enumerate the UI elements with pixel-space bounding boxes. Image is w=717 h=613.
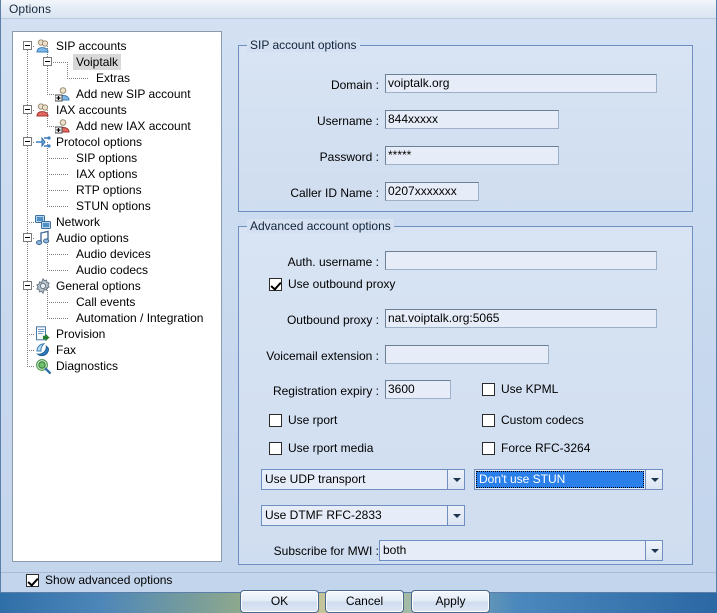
use-rport-media-checkbox[interactable] (269, 441, 282, 455)
use-kpml-label: Use KPML (501, 382, 559, 396)
chevron-down-icon[interactable] (447, 506, 464, 525)
chevron-down-icon[interactable] (447, 470, 464, 489)
voicemail-extension-label: Voicemail extension : (266, 349, 379, 363)
dtmf-combobox-value: Use DTMF RFC-2833 (265, 508, 382, 522)
transport-combobox-value: Use UDP transport (265, 472, 366, 486)
show-advanced-options-checkbox[interactable] (26, 573, 39, 587)
registration-expiry-label: Registration expiry : (272, 384, 379, 398)
force-rfc3264-label: Force RFC-3264 (501, 441, 591, 455)
show-advanced-options-label: Show advanced options (45, 573, 173, 587)
transport-combobox[interactable]: Use UDP transport (261, 469, 465, 490)
use-outbound-proxy-row[interactable]: Use outbound proxy (269, 277, 395, 291)
tree-expander-collapse-icon[interactable] (23, 233, 32, 242)
sip-group-title: SIP account options (247, 38, 360, 52)
domain-input[interactable]: voiptalk.org (385, 74, 657, 93)
tree-expander-collapse-icon[interactable] (43, 57, 52, 66)
use-rport-label: Use rport (288, 413, 338, 427)
ok-button[interactable]: OK (240, 590, 319, 613)
password-label: Password : (319, 150, 379, 164)
auth-username-input[interactable] (385, 251, 657, 270)
advanced-group-title: Advanced account options (247, 219, 394, 233)
tree-expander-collapse-icon[interactable] (23, 41, 32, 50)
settings-tree[interactable]: SIP accounts Voiptalk Extras Add new SIP ac… (12, 31, 222, 562)
chevron-down-icon[interactable] (645, 541, 662, 560)
tree-guides (13, 32, 221, 374)
gear-icon (35, 277, 51, 295)
custom-codecs-label: Custom codecs (501, 413, 584, 427)
custom-codecs-row[interactable]: Custom codecs (482, 413, 584, 427)
apply-button[interactable]: Apply (411, 590, 490, 613)
user-add-red-icon (54, 118, 71, 134)
title-bar: Options (1, 0, 716, 19)
stun-combobox[interactable]: Don't use STUN (474, 469, 663, 490)
voicemail-extension-input[interactable] (385, 345, 549, 364)
custom-codecs-checkbox[interactable] (482, 413, 495, 427)
subscribe-mwi-value: both (383, 543, 407, 557)
sip-account-options-group: SIP account options Domain : voiptalk.or… (238, 38, 693, 212)
chevron-down-icon[interactable] (645, 470, 662, 489)
audio-note-icon (35, 230, 51, 246)
use-outbound-proxy-checkbox[interactable] (269, 277, 282, 291)
stun-combobox-value: Don't use STUN (476, 471, 644, 488)
caller-id-name-label: Caller ID Name : (290, 186, 379, 200)
advanced-account-options-group: Advanced account options Auth. username … (238, 219, 693, 565)
outbound-proxy-input[interactable]: nat.voiptalk.org:5065 (385, 309, 657, 328)
options-window: Options SIP accounts Voiptalk Extras Add ne… (0, 0, 717, 613)
dtmf-combobox[interactable]: Use DTMF RFC-2833 (261, 505, 465, 526)
window-title: Options (9, 2, 52, 16)
outbound-proxy-label: Outbound proxy : (286, 313, 379, 327)
password-input[interactable]: ***** (385, 146, 559, 165)
domain-label: Domain : (330, 78, 379, 92)
use-rport-checkbox[interactable] (269, 413, 282, 427)
subscribe-mwi-label: Subscribe for MWI : (273, 544, 379, 558)
force-rfc3264-checkbox[interactable] (482, 441, 495, 455)
username-input[interactable]: 844xxxxx (385, 110, 559, 129)
force-rfc3264-row[interactable]: Force RFC-3264 (482, 441, 590, 455)
use-rport-row[interactable]: Use rport (269, 413, 337, 427)
provision-icon (35, 326, 51, 342)
auth-username-label: Auth. username : (287, 255, 379, 269)
subscribe-mwi-combobox[interactable]: both (379, 540, 663, 561)
caller-id-name-input[interactable]: 0207xxxxxxx (385, 182, 479, 201)
show-advanced-options-row[interactable]: Show advanced options (26, 573, 172, 587)
tree-expander-collapse-icon[interactable] (23, 105, 32, 114)
use-kpml-row[interactable]: Use KPML (482, 382, 558, 396)
use-rport-media-row[interactable]: Use rport media (269, 441, 373, 455)
tree-expander-collapse-icon[interactable] (23, 137, 32, 146)
protocol-icon (35, 134, 51, 150)
use-rport-media-label: Use rport media (288, 441, 374, 455)
user-add-blue-icon (54, 86, 71, 102)
users-blue-icon (35, 38, 51, 54)
network-icon (35, 214, 51, 230)
registration-expiry-input[interactable]: 3600 (385, 380, 451, 399)
diagnostics-icon (35, 358, 51, 374)
dialog-client-area: SIP accounts Voiptalk Extras Add new SIP ac… (1, 19, 716, 613)
use-outbound-proxy-label: Use outbound proxy (288, 277, 396, 291)
tree-expander-collapse-icon[interactable] (23, 281, 32, 290)
fax-icon (35, 342, 51, 358)
users-red-icon (35, 102, 51, 118)
use-kpml-checkbox[interactable] (482, 382, 495, 396)
cancel-button[interactable]: Cancel (325, 590, 404, 613)
username-label: Username : (316, 114, 379, 128)
